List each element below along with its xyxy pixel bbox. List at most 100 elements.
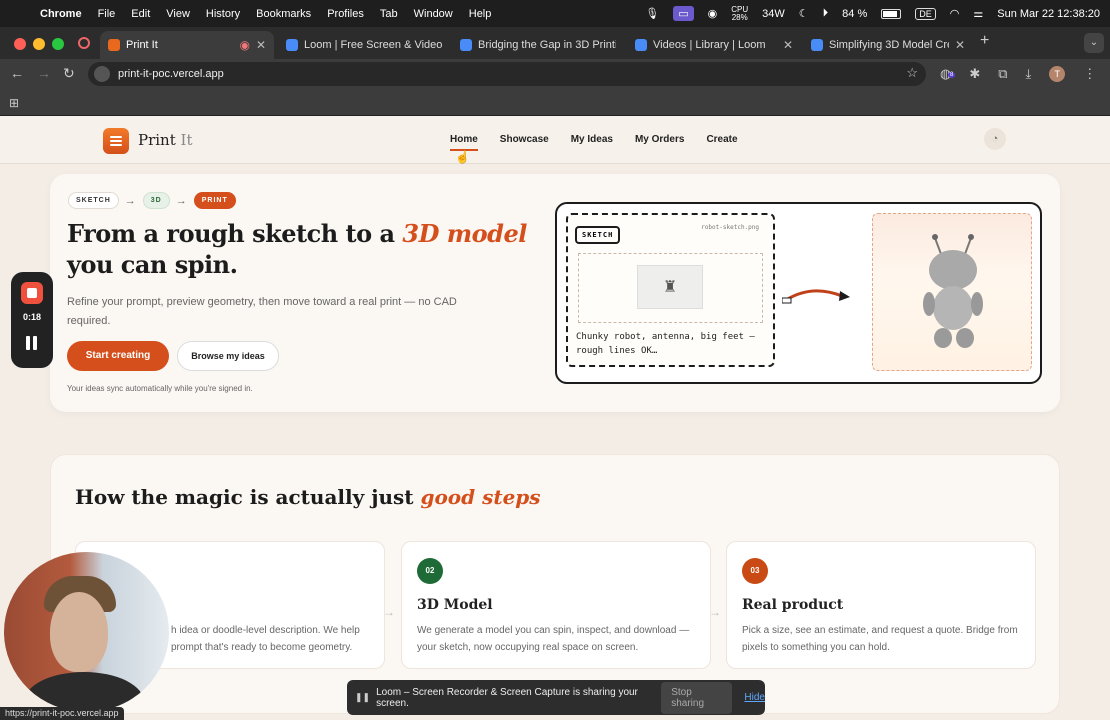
profile-avatar[interactable]: T (1049, 66, 1066, 82)
tab-videos-library[interactable]: Videos | Library | Loom ✕ (627, 31, 801, 59)
tab-simplifying[interactable]: Simplifying 3D Model Creation ✕ (803, 31, 973, 59)
shield-icon[interactable]: ◉ (708, 7, 718, 20)
menu-app-name[interactable]: Chrome (40, 8, 82, 20)
sketch-card: SKETCH robot-sketch.png ♜ Chunky robot, … (566, 213, 775, 367)
control-center-icon[interactable]: ⚌ (973, 7, 983, 20)
back-icon[interactable]: ← (10, 65, 24, 81)
microphone-icon[interactable]: 🎙 (645, 7, 659, 20)
menu-profiles[interactable]: Profiles (327, 8, 364, 20)
nav-my-ideas[interactable]: My Ideas (571, 134, 613, 151)
webcam-bubble[interactable] (4, 552, 169, 712)
3d-render-card (872, 213, 1032, 371)
nav-my-orders[interactable]: My Orders (635, 134, 684, 151)
puzzle-icon[interactable]: ⧉ (998, 66, 1007, 82)
cpu-meter[interactable]: CPU 28% (731, 5, 748, 22)
menu-history[interactable]: History (206, 8, 240, 20)
tab-strip: Print It ◉ ✕ Loom | Free Screen & Video … (0, 27, 1110, 59)
menu-edit[interactable]: Edit (131, 8, 150, 20)
loom-favicon (460, 39, 472, 51)
stop-recording-button[interactable] (21, 282, 43, 304)
webcam-person-body (24, 672, 144, 712)
site-info-icon[interactable] (94, 66, 110, 82)
pipeline-arrow-icon (782, 289, 850, 304)
site-header: Print It Home Showcase My Ideas My Order… (0, 116, 1110, 164)
reload-icon[interactable]: ↻ (63, 65, 75, 82)
kebab-menu-icon[interactable]: ⋮ (1083, 66, 1096, 82)
hero-subtitle: Refine your prompt, preview geometry, th… (67, 296, 457, 327)
window-controls (14, 38, 64, 50)
how-title-highlight: good steps (420, 485, 541, 509)
recording-timer: 0:18 (22, 312, 41, 322)
step-pills: SKETCH → 3D → PRINT (68, 192, 236, 209)
close-tab-icon[interactable]: ✕ (783, 38, 793, 52)
power-watts[interactable]: 34W (762, 8, 785, 20)
sketch-image: ♜ (578, 253, 763, 323)
clock[interactable]: Sun Mar 22 12:38:20 (997, 8, 1100, 20)
menubar-status-area: 🎙 ▭ ◉ CPU 28% 34W ☾ ⏵ 84 % DE ◠ ⚌ Sun Mar… (645, 0, 1100, 27)
chevron-down-icon[interactable]: ⌄ (1084, 33, 1104, 53)
site-logo[interactable]: Print It (138, 131, 192, 149)
status-bar-url: https://print-it-poc.vercel.app (0, 707, 124, 720)
extension-icon[interactable]: ◍ 8 (940, 66, 956, 82)
arrow-right-icon: → (124, 194, 137, 207)
bookmark-star-icon[interactable]: ☆ (906, 65, 918, 81)
play-icon[interactable]: ⏵ (823, 7, 829, 20)
moon-icon[interactable]: ☾ (799, 7, 809, 20)
menu-tab[interactable]: Tab (380, 8, 398, 20)
close-window-button[interactable] (14, 38, 26, 50)
print-it-favicon (108, 39, 120, 51)
nav-create[interactable]: Create (706, 134, 737, 151)
recording-icon: ◉ (239, 38, 250, 52)
tab-title: Videos | Library | Loom (653, 39, 766, 51)
arrow-right-icon: → (175, 194, 188, 207)
tab-loom[interactable]: Loom | Free Screen & Video Recording (278, 31, 450, 59)
tab-bridging[interactable]: Bridging the Gap in 3D Printing (452, 31, 624, 59)
address-bar[interactable]: print-it-poc.vercel.app ☆ (88, 62, 926, 86)
wifi-icon[interactable]: ◠ (950, 7, 960, 20)
download-icon[interactable]: ⤓ (1026, 66, 1032, 82)
loom-favicon (286, 39, 298, 51)
zoom-window-button[interactable] (52, 38, 64, 50)
tab-title: Bridging the Gap in 3D Printing (478, 39, 616, 51)
menu-bookmarks[interactable]: Bookmarks (256, 8, 311, 20)
bookmarks-bar: ⊞ (0, 89, 1110, 116)
menu-file[interactable]: File (98, 8, 116, 20)
print-it-logo-icon[interactable] (103, 128, 129, 154)
hero-title-part2: you can spin. (67, 250, 238, 279)
menu-window[interactable]: Window (414, 8, 453, 20)
menu-help[interactable]: Help (469, 8, 492, 20)
step-title: Real product (742, 597, 844, 613)
pause-icon[interactable] (25, 336, 39, 350)
tab-print-it[interactable]: Print It ◉ ✕ (100, 31, 274, 59)
forward-icon[interactable]: → (37, 65, 51, 81)
robot-sketch-icon: ♜ (637, 265, 703, 309)
step-desc: h idea or doodle-level description. We h… (171, 625, 360, 653)
share-message: Loom – Screen Recorder & Screen Capture … (376, 686, 638, 709)
brand-light: It (180, 131, 193, 149)
close-tab-icon[interactable]: ✕ (955, 38, 965, 52)
new-tab-icon[interactable]: + (980, 32, 989, 50)
loom-extension-icon[interactable]: ✱ (969, 66, 980, 82)
input-source[interactable]: DE (915, 7, 936, 20)
menu-view[interactable]: View (166, 8, 190, 20)
apps-grid-icon[interactable]: ⊞ (9, 96, 19, 110)
tab-title: Print It (126, 39, 158, 51)
tab-title: Loom | Free Screen & Video Recording (304, 39, 442, 51)
webcam-person-face (50, 592, 108, 672)
minimize-window-button[interactable] (33, 38, 45, 50)
how-title-part1: How the magic is actually just (75, 485, 421, 509)
cpu-value: 28% (731, 12, 748, 22)
nav-showcase[interactable]: Showcase (500, 134, 549, 151)
sketch-file-name: robot-sketch.png (701, 224, 759, 231)
close-tab-icon[interactable]: ✕ (256, 38, 266, 52)
user-icon[interactable]: ◔ (984, 128, 1006, 150)
browse-ideas-button[interactable]: Browse my ideas (177, 341, 279, 371)
arrow-right-icon: → (709, 605, 721, 619)
start-creating-button[interactable]: Start creating (67, 341, 169, 371)
stop-sharing-button[interactable]: Stop sharing (661, 681, 733, 714)
battery-percent[interactable]: 84 % (842, 8, 867, 20)
screen-share-icon[interactable]: ▭ (673, 6, 694, 21)
loom-favicon (635, 39, 647, 51)
hide-link[interactable]: Hide (744, 692, 765, 703)
nav-home[interactable]: Home (450, 134, 478, 151)
